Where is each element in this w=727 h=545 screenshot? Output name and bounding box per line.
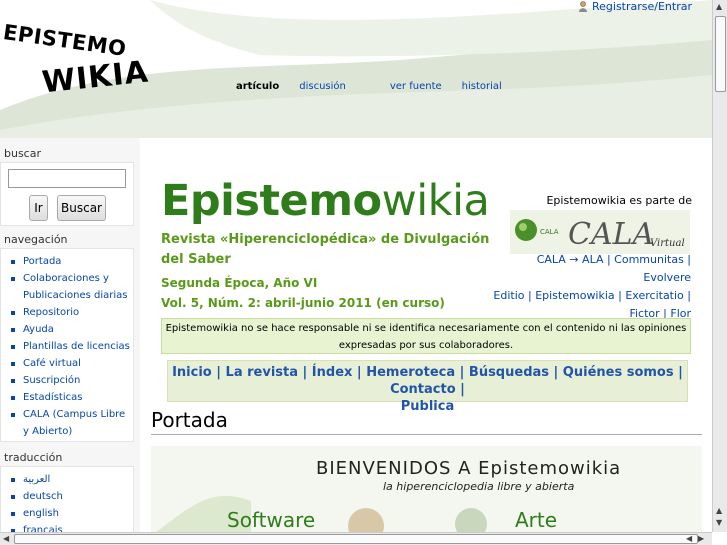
- horizontal-scroll-thumb[interactable]: [14, 534, 698, 544]
- cala-logo-text: CALA: [568, 217, 654, 252]
- navigation-box: Portada Colaboraciones y Publicaciones d…: [0, 248, 134, 442]
- nav-item-plantillas[interactable]: Plantillas de licencias: [11, 338, 133, 355]
- tab-discussion[interactable]: discusión: [299, 81, 346, 92]
- cala-logo-graphic: CALA CALA Virtual: [515, 217, 685, 252]
- scroll-up-arrow-icon[interactable]: ▲: [716, 2, 722, 11]
- portal-menu-line2[interactable]: Publica: [168, 398, 687, 415]
- volume-label: Vol. 5, Núm. 2: abril-junio 2011 (en cur…: [161, 296, 445, 310]
- vertical-scroll-thumb[interactable]: [715, 16, 726, 92]
- search-button[interactable]: Buscar: [57, 195, 106, 221]
- portal-menu-line1[interactable]: Inicio | La revista | Índex | Hemeroteca…: [168, 364, 687, 398]
- sidebar: buscar Ir Buscar navegación Portada Cola…: [0, 138, 140, 545]
- epoch-label: Segunda Época, Año VI: [161, 276, 318, 290]
- search-box: Ir Buscar: [0, 162, 134, 226]
- nav-item-estadisticas[interactable]: Estadísticas: [11, 389, 133, 406]
- lang-item-deutsch[interactable]: deutsch: [11, 488, 133, 505]
- welcome-banner: BIENVENIDOS A Epistemowikia la hiperenci…: [151, 446, 702, 533]
- nav-item-cafe-virtual[interactable]: Café virtual: [11, 355, 133, 372]
- go-button[interactable]: Ir: [29, 195, 48, 221]
- site-subtitle: Revista «Hiperenciclopédica» de Divulgac…: [161, 232, 490, 267]
- cala-logo-sub: Virtual: [650, 238, 685, 249]
- cala-links-line1[interactable]: CALA → ALA | Communitas | Evolvere: [490, 251, 691, 287]
- banner-arte[interactable]: Arte: [515, 508, 557, 532]
- disclaimer-box: Epistemowikia no se hace responsable ni …: [161, 318, 691, 354]
- lang-item-arabic[interactable]: العربية: [11, 471, 133, 488]
- search-input[interactable]: [8, 169, 126, 188]
- banner-title: BIENVENIDOS A Epistemowikia: [316, 458, 622, 479]
- search-heading: buscar: [4, 147, 41, 160]
- cala-links[interactable]: CALA → ALA | Communitas | Evolvere Editi…: [490, 251, 691, 323]
- epistemowikia-logo[interactable]: EPISTEMO WIKIA: [1, 16, 151, 108]
- tab-history[interactable]: historial: [462, 81, 502, 92]
- user-icon: [578, 1, 587, 12]
- logo-text-top: EPISTEMO: [1, 20, 128, 62]
- site-title: Epistemowikia: [161, 176, 490, 226]
- nav-item-cala[interactable]: CALA (Campus Libre y Abierto): [11, 406, 133, 440]
- tab-view-source[interactable]: ver fuente: [390, 81, 442, 92]
- scroll-up-arrow-icon-bottom[interactable]: ▲: [716, 506, 722, 515]
- browser-page: EPISTEMO WIKIA Registrarse/Entrar artícu…: [0, 0, 727, 545]
- site-title-thin: wikia: [381, 176, 490, 226]
- nav-item-portada[interactable]: Portada: [11, 253, 133, 270]
- heading-divider: [151, 434, 702, 435]
- navigation-list: Portada Colaboraciones y Publicaciones d…: [1, 249, 133, 444]
- login-link-label: Registrarse/Entrar: [591, 0, 692, 13]
- scroll-right-arrow-icon[interactable]: ▶: [698, 534, 704, 543]
- translation-heading: traducción: [4, 451, 63, 464]
- main-content: Epistemowikia Revista «Hiperenciclopédic…: [150, 138, 702, 533]
- navigation-heading: navegación: [4, 233, 68, 246]
- nav-item-ayuda[interactable]: Ayuda: [11, 321, 133, 338]
- nav-item-colaboraciones[interactable]: Colaboraciones y Publicaciones diarias: [11, 270, 133, 304]
- banner-software[interactable]: Software: [227, 508, 315, 532]
- horizontal-scrollbar[interactable]: ◀ ◀ ▶: [0, 532, 712, 545]
- part-of-text: Epistemowikia es parte de: [546, 194, 692, 207]
- scroll-left-arrow-icon-right[interactable]: ◀: [686, 534, 692, 543]
- cala-links-line2[interactable]: Editio | Epistemowikia | Exercitatio |: [490, 287, 691, 305]
- page-tabs: artículo discusión ver fuente historial: [236, 81, 522, 92]
- page-title: Portada: [151, 408, 228, 432]
- cala-logo-small-text: CALA: [540, 228, 559, 236]
- scroll-left-arrow-icon[interactable]: ◀: [3, 534, 9, 543]
- login-link[interactable]: Registrarse/Entrar: [578, 0, 692, 13]
- tab-article[interactable]: artículo: [236, 81, 279, 92]
- nav-item-suscripcion[interactable]: Suscripción: [11, 372, 133, 389]
- site-title-bold: Epistemo: [161, 176, 382, 226]
- vertical-scrollbar[interactable]: ▲ ▲ ▼: [712, 0, 727, 532]
- banner-subtitle: la hiperenciclopedia libre y abierta: [383, 480, 575, 493]
- nav-item-repositorio[interactable]: Repositorio: [11, 304, 133, 321]
- part-of-label: Epistemowikia es parte de: [500, 194, 692, 207]
- lang-item-english[interactable]: english: [11, 505, 133, 522]
- portal-menu: Inicio | La revista | Índex | Hemeroteca…: [167, 360, 688, 414]
- page-header: EPISTEMO WIKIA Registrarse/Entrar artícu…: [0, 0, 712, 138]
- cala-logo[interactable]: CALA CALA Virtual: [510, 210, 690, 254]
- logo-text-bottom: WIKIA: [40, 54, 151, 101]
- scroll-down-arrow-icon[interactable]: ▼: [716, 518, 722, 527]
